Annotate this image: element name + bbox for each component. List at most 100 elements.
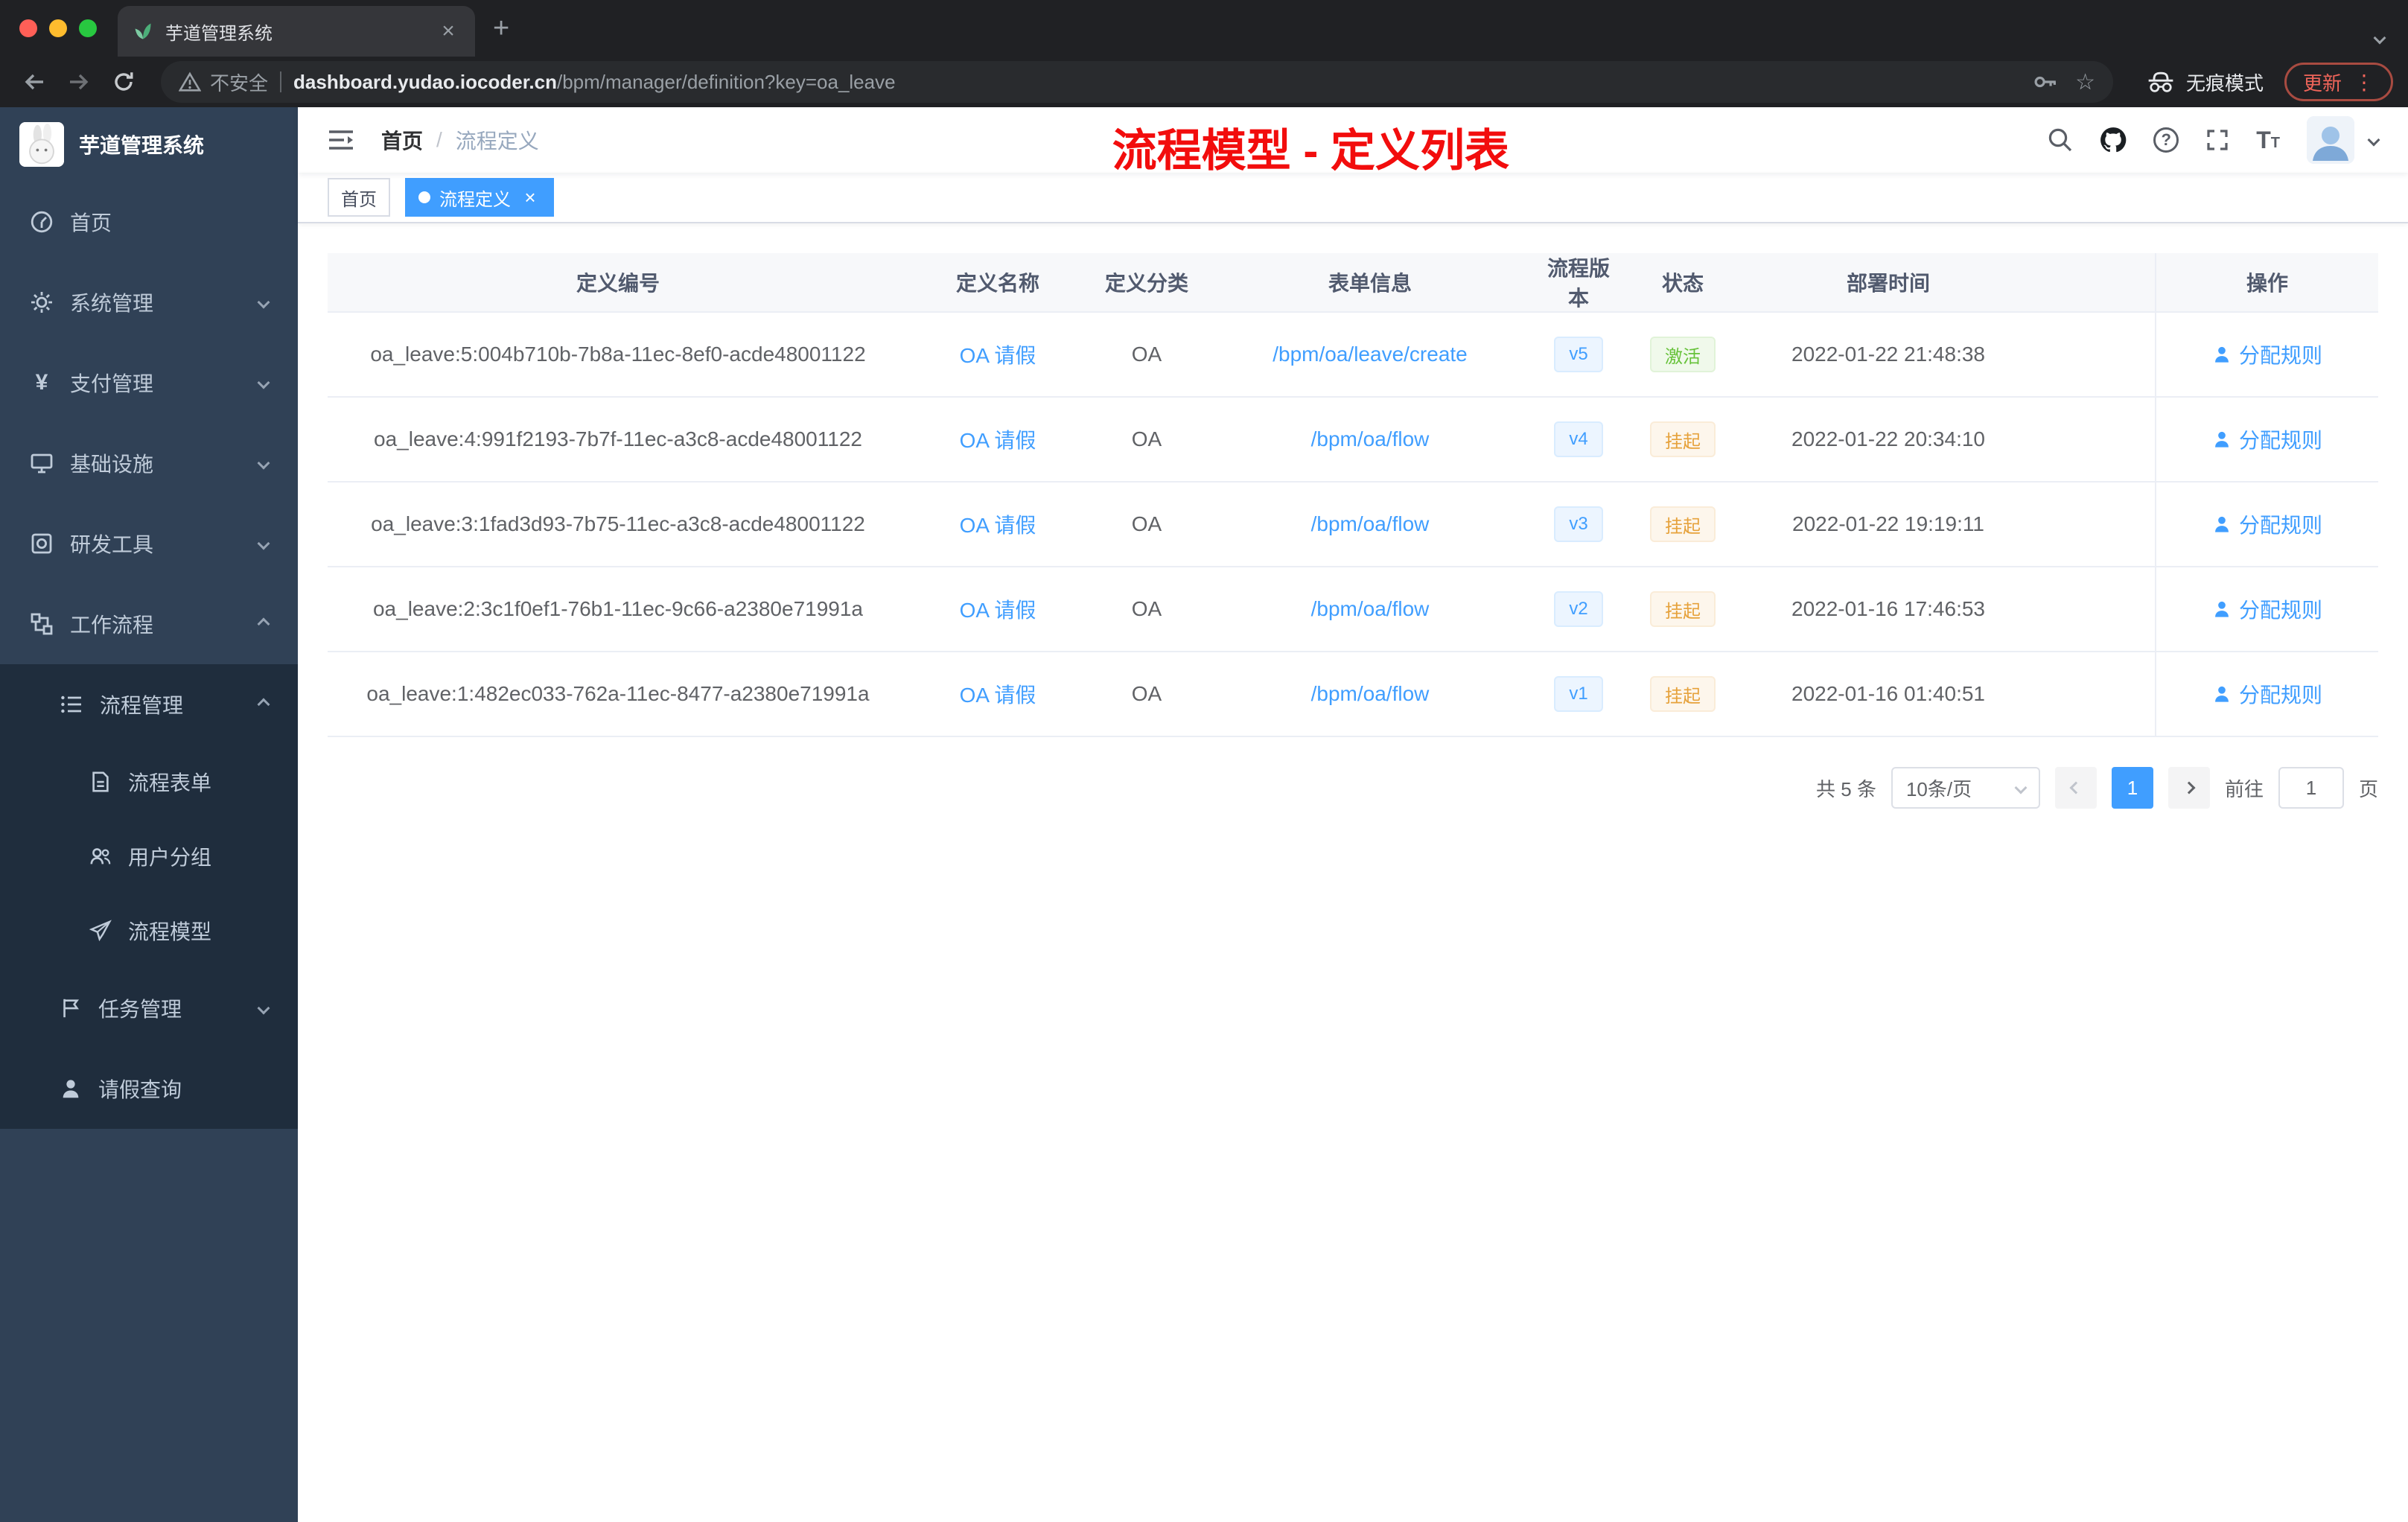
avatar[interactable] — [2307, 116, 2354, 164]
sidebar-item-process-model[interactable]: 流程模型 — [0, 894, 298, 968]
sidebar-item-payment[interactable]: ¥ 支付管理 — [0, 343, 298, 423]
form-link[interactable]: /bpm/oa/flow — [1311, 427, 1430, 451]
status-badge: 激活 — [1650, 337, 1716, 372]
user-icon — [2215, 516, 2229, 532]
form-link[interactable]: /bpm/oa/leave/create — [1273, 343, 1468, 366]
cell-category: OA — [1131, 427, 1162, 450]
page-size-select[interactable]: 10条/页 — [1891, 767, 2040, 809]
chevron-left-icon — [2069, 781, 2083, 795]
browser-toolbar: 不安全 dashboard.yudao.iocoder.cn/bpm/manag… — [0, 57, 2408, 107]
assign-rule-button[interactable]: 分配规则 — [2212, 679, 2322, 709]
workflow-icon — [31, 613, 53, 635]
definition-name-link[interactable]: OA 请假 — [960, 424, 1036, 454]
search-icon[interactable] — [2048, 127, 2073, 153]
definition-name-link[interactable]: OA 请假 — [960, 679, 1036, 709]
prev-page-button[interactable] — [2054, 767, 2097, 809]
breadcrumb-separator: / — [436, 128, 442, 151]
update-label: 更新 — [2302, 71, 2342, 95]
column-header-form: 表单信息 — [1328, 272, 1412, 295]
fullscreen-icon[interactable] — [2205, 128, 2229, 152]
assign-rule-button[interactable]: 分配规则 — [2212, 340, 2322, 369]
help-icon[interactable]: ? — [2153, 127, 2179, 153]
definition-name-link[interactable]: OA 请假 — [960, 340, 1036, 369]
password-key-icon[interactable] — [2032, 69, 2057, 95]
tag-process-definition[interactable]: 流程定义 × — [405, 178, 554, 217]
dashboard-icon — [31, 211, 53, 233]
sidebar-item-user-group[interactable]: 用户分组 — [0, 819, 298, 894]
browser-tab[interactable]: 芋道管理系统 × — [118, 6, 475, 57]
goto-unit-label: 页 — [2358, 777, 2378, 800]
tag-home[interactable]: 首页 — [328, 178, 390, 217]
window-zoom-button[interactable] — [79, 19, 97, 37]
cell-category: OA — [1131, 682, 1162, 705]
assign-rule-button[interactable]: 分配规则 — [2212, 509, 2322, 539]
sidebar-item-process-form[interactable]: 流程表单 — [0, 745, 298, 819]
brand-logo — [19, 122, 64, 167]
workflow-submenu: 流程管理 流程表单 用户分组 流程模型 任务管理 请假查询 — [0, 664, 298, 1129]
chevron-up-icon — [257, 698, 270, 711]
tab-search-icon[interactable] — [2373, 21, 2386, 48]
window-controls — [19, 19, 97, 37]
tag-close-icon[interactable]: × — [520, 187, 541, 208]
window-close-button[interactable] — [19, 19, 37, 37]
bookmark-star-icon[interactable]: ☆ — [2075, 69, 2095, 95]
cell-definition-id: oa_leave:1:482ec033-762a-11ec-8477-a2380… — [366, 682, 870, 705]
table-row: oa_leave:3:1fad3d93-7b75-11ec-a3c8-acde4… — [328, 483, 2378, 567]
sidebar-toggle-icon[interactable] — [322, 121, 360, 159]
page-number-button[interactable]: 1 — [2111, 767, 2153, 809]
url-host: dashboard.yudao.iocoder.cn — [293, 70, 557, 93]
app-root: 芋道管理系统 首页 系统管理 ¥ 支付管理 基础设施 研发工具 工作流程 流程管… — [0, 107, 2408, 1522]
pagination: 共 5 条 10条/页 1 前往 页 — [328, 767, 2378, 809]
cell-deploy-time: 2022-01-16 01:40:51 — [1791, 682, 1985, 705]
address-bar[interactable]: 不安全 dashboard.yudao.iocoder.cn/bpm/manag… — [161, 61, 2113, 103]
chevron-up-icon — [257, 617, 270, 631]
sidebar-item-home[interactable]: 首页 — [0, 182, 298, 262]
goto-page-input[interactable] — [2278, 767, 2344, 809]
sidebar-item-devtools[interactable]: 研发工具 — [0, 503, 298, 584]
column-header-actions: 操作 — [2155, 253, 2378, 311]
assign-rule-button[interactable]: 分配规则 — [2212, 594, 2322, 624]
table-row: oa_leave:2:3c1f0ef1-76b1-11ec-9c66-a2380… — [328, 567, 2378, 652]
table-row: oa_leave:1:482ec033-762a-11ec-8477-a2380… — [328, 652, 2378, 737]
window-minimize-button[interactable] — [49, 19, 67, 37]
status-badge: 挂起 — [1650, 421, 1716, 457]
document-icon — [92, 771, 109, 792]
new-tab-button[interactable]: + — [493, 13, 509, 45]
table-row: oa_leave:5:004b710b-7b8a-11ec-8ef0-acde4… — [328, 313, 2378, 398]
form-link[interactable]: /bpm/oa/flow — [1311, 597, 1430, 621]
avatar-dropdown-icon[interactable] — [2367, 133, 2380, 147]
browser-menu-icon[interactable]: ⋮ — [2354, 70, 2374, 95]
breadcrumb-home[interactable]: 首页 — [381, 125, 423, 155]
sidebar-item-task-management[interactable]: 任务管理 — [0, 968, 298, 1048]
definition-table: 定义编号 定义名称 定义分类 表单信息 流程版本 状态 部署时间 操作 oa_l… — [328, 253, 2378, 737]
sidebar-item-process-management[interactable]: 流程管理 — [0, 664, 298, 745]
sidebar-item-infrastructure[interactable]: 基础设施 — [0, 423, 298, 503]
site-security-chip[interactable]: 不安全 — [179, 69, 268, 96]
sidebar: 芋道管理系统 首页 系统管理 ¥ 支付管理 基础设施 研发工具 工作流程 流程管… — [0, 107, 298, 1522]
definition-name-link[interactable]: OA 请假 — [960, 509, 1036, 539]
toolbox-icon — [31, 533, 52, 554]
font-size-icon[interactable]: TT — [2256, 128, 2280, 152]
reload-button[interactable] — [104, 63, 143, 101]
sidebar-item-leave-query[interactable]: 请假查询 — [0, 1048, 298, 1129]
github-icon[interactable] — [2100, 127, 2127, 153]
next-page-button[interactable] — [2167, 767, 2210, 809]
cell-category: OA — [1131, 512, 1162, 535]
forward-button[interactable] — [60, 63, 98, 101]
user-icon — [63, 1080, 79, 1098]
tab-strip: 芋道管理系统 × + — [0, 0, 2408, 57]
column-header-category: 定义分类 — [1104, 272, 1188, 295]
chevron-right-icon — [2182, 781, 2196, 795]
browser-update-button[interactable]: 更新 ⋮ — [2284, 63, 2393, 101]
user-icon — [2215, 686, 2229, 702]
sidebar-item-system[interactable]: 系统管理 — [0, 262, 298, 343]
assign-rule-button[interactable]: 分配规则 — [2212, 424, 2322, 454]
status-badge: 挂起 — [1650, 591, 1716, 627]
back-button[interactable] — [15, 63, 54, 101]
form-link[interactable]: /bpm/oa/flow — [1311, 682, 1430, 706]
definition-name-link[interactable]: OA 请假 — [960, 594, 1036, 624]
form-link[interactable]: /bpm/oa/flow — [1311, 512, 1430, 536]
sidebar-item-workflow[interactable]: 工作流程 — [0, 584, 298, 664]
cell-definition-id: oa_leave:5:004b710b-7b8a-11ec-8ef0-acde4… — [370, 343, 866, 366]
tab-close-icon[interactable]: × — [436, 19, 460, 43]
